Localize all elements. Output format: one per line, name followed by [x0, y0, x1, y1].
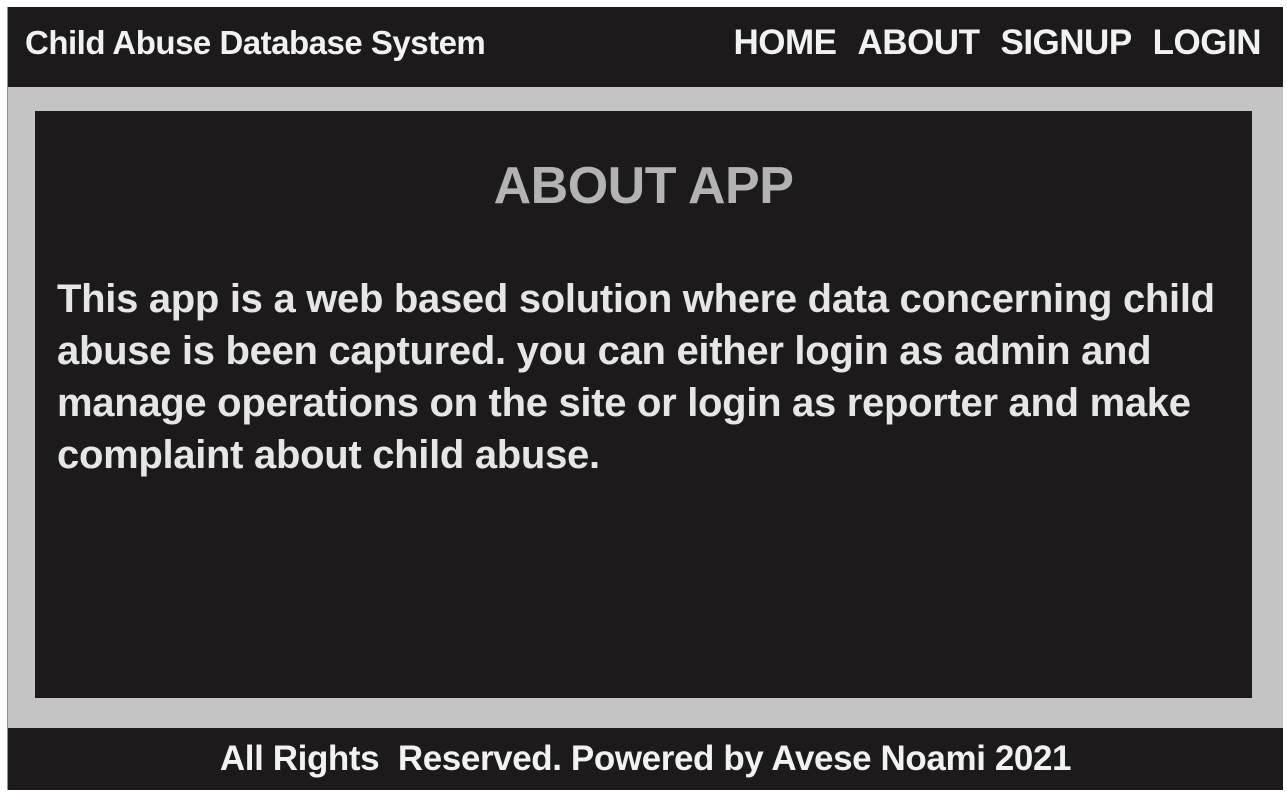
nav-home-link[interactable]: HOME	[734, 23, 838, 63]
nav-signup-link[interactable]: SIGNUP	[1000, 23, 1132, 63]
top-navbar: Child Abuse Database System HOME ABOUT S…	[8, 7, 1283, 87]
brand-title[interactable]: Child Abuse Database System	[25, 23, 486, 63]
about-panel: ABOUT APP This app is a web based soluti…	[35, 111, 1252, 698]
about-description: This app is a web based solution where d…	[57, 277, 1215, 477]
main-nav: HOME ABOUT SIGNUP LOGIN	[734, 23, 1262, 63]
footer: All Rights Reserved. Powered by Avese No…	[8, 728, 1283, 790]
about-title: ABOUT APP	[493, 157, 794, 215]
nav-login-link[interactable]: LOGIN	[1153, 23, 1262, 63]
app-frame: Child Abuse Database System HOME ABOUT S…	[7, 7, 1283, 790]
footer-copyright: All Rights Reserved. Powered by Avese No…	[219, 739, 1072, 778]
nav-about-link[interactable]: ABOUT	[858, 23, 980, 63]
